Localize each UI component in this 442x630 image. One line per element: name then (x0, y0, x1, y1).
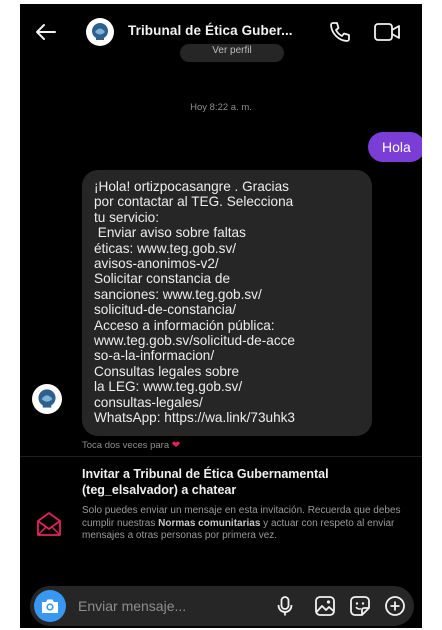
message-line: so-a-la-informacion/ (94, 348, 215, 364)
envelope-icon (34, 509, 64, 539)
message-line: avisos-anonimos-v2/ (94, 256, 219, 272)
message-composer (30, 586, 414, 626)
received-message-bubble[interactable]: ¡Hola! ortizpocasangre . Gracias por con… (82, 170, 372, 436)
divider (20, 456, 422, 457)
back-arrow-icon[interactable] (32, 18, 60, 46)
video-camera-icon[interactable] (373, 21, 401, 43)
message-line: consultas-legales/ (94, 394, 203, 410)
heart-icon: ❤ (171, 440, 181, 451)
microphone-icon[interactable] (274, 595, 296, 617)
page-title[interactable]: Tribunal de Ética Guber... (128, 23, 293, 38)
avatar[interactable] (86, 18, 114, 46)
sender-avatar[interactable] (32, 384, 62, 414)
invite-title: Invitar a Tribunal de Ética Gubernamenta… (82, 467, 329, 497)
message-line: Acceso a información pública: (94, 317, 275, 333)
sticker-icon[interactable] (349, 595, 371, 617)
message-line: Consultas legales sobre (94, 363, 240, 379)
message-line: Solicitar constancia de (94, 271, 231, 287)
phone-icon[interactable] (328, 20, 352, 44)
double-tap-hint: Toca dos veces para ❤ (82, 440, 180, 451)
camera-button[interactable] (34, 590, 66, 622)
message-line: solicitud-de-constancia/ (94, 302, 237, 318)
message-line: Enviar aviso sobre faltas (94, 225, 246, 241)
chat-screen: Tribunal de Ética Guber... Ver perfil Ho… (20, 4, 422, 628)
double-tap-hint-text: Toca dos veces para (82, 440, 170, 451)
message-line: tu servicio: (94, 209, 159, 225)
message-input[interactable] (78, 597, 238, 615)
sent-message-bubble[interactable]: Hola (368, 132, 422, 162)
camera-icon (42, 599, 58, 613)
plus-circle-icon[interactable] (384, 595, 406, 617)
message-line: por contactar al TEG. Selecciona (94, 194, 294, 210)
gallery-icon[interactable] (314, 595, 336, 617)
message-line: ¡Hola! ortizpocasangre . Gracias (94, 179, 289, 194)
message-line: la LEG: www.teg.gob.sv/ (94, 379, 243, 395)
community-guidelines-link[interactable]: Normas comunitarias (158, 518, 260, 529)
message-line: sanciones: www.teg.gob.sv/ (94, 286, 262, 302)
message-line: éticas: www.teg.gob.sv/ (94, 240, 237, 256)
message-timestamp: Hoy 8:22 a. m. (190, 102, 252, 113)
message-line: WhatsApp: https://wa.link/73uhk3 (94, 410, 295, 426)
invite-description: Solo puedes enviar un mensaje en esta in… (82, 505, 412, 543)
view-profile-button[interactable]: Ver perfil (180, 44, 284, 62)
message-line: www.teg.gob.sv/solicitud-de-acce (94, 333, 295, 349)
